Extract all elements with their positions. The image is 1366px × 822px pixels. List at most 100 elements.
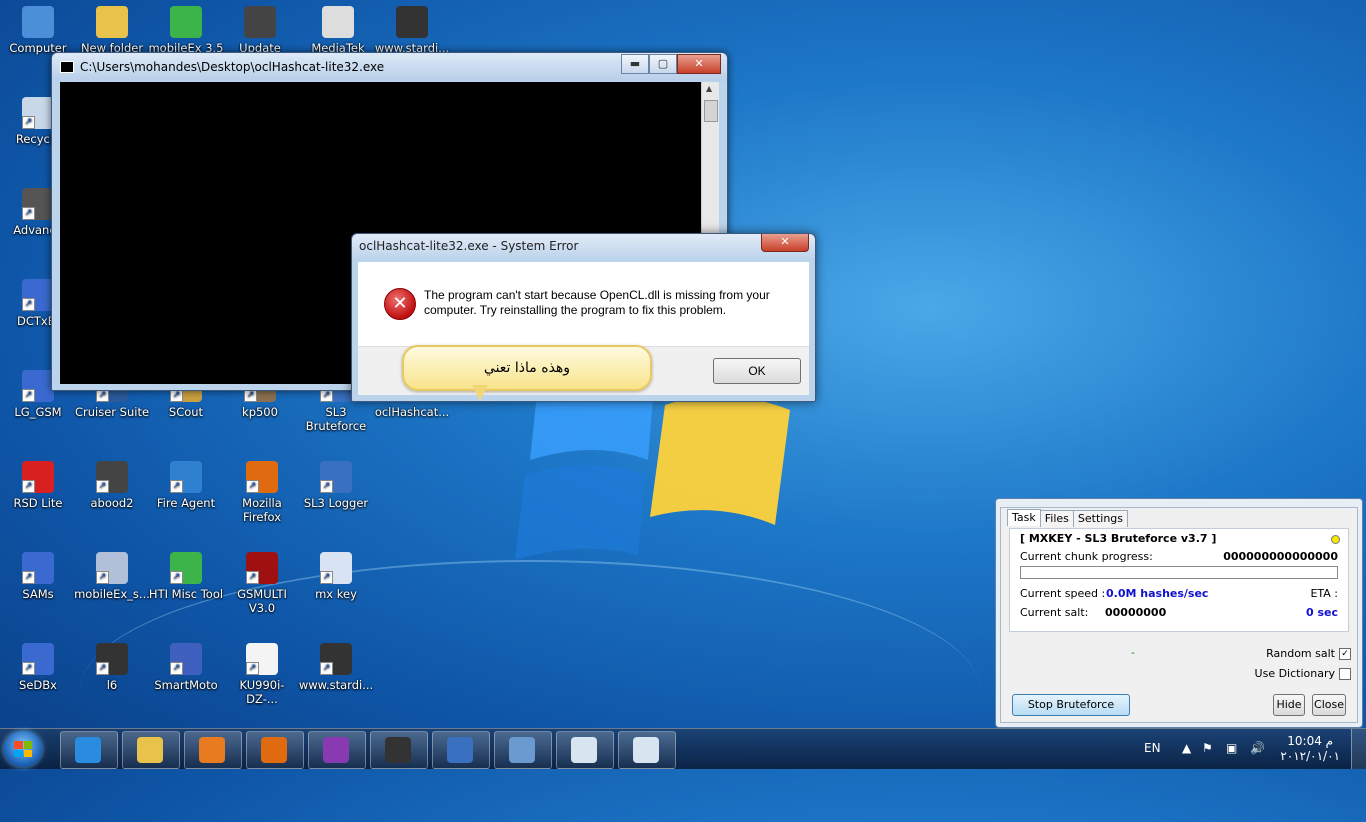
app-icon: [96, 552, 128, 584]
status-dash: -: [1131, 646, 1135, 659]
taskbar-button-app-1[interactable]: [370, 731, 428, 769]
desktop-icon[interactable]: mobileEx_s...: [74, 552, 150, 601]
desktop-icon[interactable]: Mozilla Firefox: [224, 461, 300, 524]
windows-flag-icon: [14, 741, 32, 757]
speed-label: Current speed :: [1020, 587, 1106, 600]
error-message: The program can't start because OpenCL.d…: [424, 288, 770, 317]
random-salt-label: Random salt: [1266, 647, 1335, 660]
chunk-progress-bar: [1020, 566, 1338, 579]
eta-label: ETA :: [1310, 587, 1338, 600]
status-indicator-icon: [1331, 535, 1340, 544]
tab-task[interactable]: Task: [1007, 509, 1041, 526]
dialog-close-button[interactable]: ✕: [761, 234, 809, 252]
app-icon: [246, 552, 278, 584]
maximize-button[interactable]: ▢: [649, 54, 677, 74]
desktop-icon[interactable]: SmartMoto: [148, 643, 224, 692]
bruteforce-window-icon: [633, 737, 659, 763]
ie-icon: [75, 737, 101, 763]
taskbar-button-ie[interactable]: [60, 731, 118, 769]
tray-expand-icon[interactable]: ▲: [1182, 741, 1191, 755]
app-icon: [170, 552, 202, 584]
clock[interactable]: 10:04 م ٢٠١٢/٠١/٠١: [1280, 734, 1340, 764]
speed-value: 0.0M hashes/sec: [1106, 587, 1209, 600]
desktop-icon[interactable]: SAMs: [0, 552, 76, 601]
minimize-button[interactable]: ▬: [621, 54, 649, 74]
app-icon: [22, 643, 54, 675]
app-3-icon: [509, 737, 535, 763]
taskbar-button-media-player[interactable]: [184, 731, 242, 769]
dialog-title-bar[interactable]: oclHashcat-lite32.exe - System Error: [352, 234, 815, 258]
salt-label: Current salt:: [1020, 606, 1089, 619]
desktop-icon-label: mobileEx_s...: [74, 587, 150, 601]
desktop-icon[interactable]: New folder: [74, 6, 150, 55]
app-icon: [22, 279, 54, 311]
close-button[interactable]: Close: [1312, 694, 1346, 716]
action-center-flag-icon[interactable]: ⚑: [1202, 741, 1213, 755]
taskbar-button-app-3[interactable]: [494, 731, 552, 769]
language-indicator[interactable]: EN: [1144, 741, 1161, 755]
show-desktop-button[interactable]: [1351, 729, 1366, 769]
app-icon: [170, 643, 202, 675]
desktop-icon[interactable]: SeDBx: [0, 643, 76, 692]
ok-button[interactable]: OK: [713, 358, 801, 384]
taskbar-button-console-window[interactable]: [556, 731, 614, 769]
console-window-icon: [571, 737, 597, 763]
dialog-title: oclHashcat-lite32.exe - System Error: [359, 239, 579, 253]
desktop-icon[interactable]: Update: [222, 6, 298, 55]
close-button[interactable]: ✕: [677, 54, 721, 74]
bruteforce-window[interactable]: Task Files Settings [ MXKEY - SL3 Brutef…: [995, 498, 1363, 728]
desktop-icon[interactable]: Computer: [0, 6, 76, 55]
volume-icon[interactable]: 🔊: [1250, 741, 1265, 755]
desktop-icon[interactable]: MediaTek: [300, 6, 376, 55]
app-icon: [22, 6, 54, 38]
taskbar-button-firefox[interactable]: [246, 731, 304, 769]
taskbar-button-yahoo-messenger[interactable]: [308, 731, 366, 769]
hide-button[interactable]: Hide: [1273, 694, 1305, 716]
desktop-icon-label: SL3 Logger: [303, 496, 369, 510]
app-icon: [22, 552, 54, 584]
desktop-icon-label: LG_GSM: [14, 405, 62, 419]
desktop-icon[interactable]: GSMULTI V3.0: [224, 552, 300, 615]
bruteforce-tabs: Task Files Settings: [1007, 509, 1129, 527]
desktop-icon[interactable]: www.stardi...: [374, 6, 450, 55]
desktop-icon-label: RSD Lite: [13, 496, 63, 510]
desktop-icon[interactable]: mobileEx 3.5: [148, 6, 224, 55]
scroll-up-icon[interactable]: ▲: [706, 84, 712, 93]
stop-bruteforce-button[interactable]: Stop Bruteforce: [1012, 694, 1130, 716]
app-icon: [322, 6, 354, 38]
bruteforce-header: [ MXKEY - SL3 Bruteforce v3.7 ]: [1020, 532, 1217, 545]
desktop-icon[interactable]: RSD Lite: [0, 461, 76, 510]
chunk-progress-value: 000000000000000: [1223, 550, 1338, 563]
desktop-icon-label: SCout: [168, 405, 204, 419]
desktop-icon[interactable]: KU990i-DZ-...: [224, 643, 300, 706]
clock-date: ٢٠١٢/٠١/٠١: [1280, 749, 1340, 763]
taskbar-button-app-2[interactable]: [432, 731, 490, 769]
start-button[interactable]: [4, 731, 42, 767]
app-icon: [170, 461, 202, 493]
desktop-icon-label: SL3 Bruteforce: [305, 405, 367, 433]
desktop-icon-label: GSMULTI V3.0: [237, 587, 287, 615]
taskbar: EN ▲ ⚑ ▣ 🔊 10:04 م ٢٠١٢/٠١/٠١: [0, 728, 1366, 769]
desktop-icon-label: Cruiser Suite: [74, 405, 150, 419]
taskbar-button-explorer[interactable]: [122, 731, 180, 769]
taskbar-button-bruteforce-window[interactable]: [618, 731, 676, 769]
use-dictionary-checkbox[interactable]: [1339, 668, 1351, 680]
tab-settings[interactable]: Settings: [1072, 510, 1129, 527]
desktop-icon-label: l6: [106, 678, 118, 692]
app-icon: [320, 643, 352, 675]
desktop-icon[interactable]: l6: [74, 643, 150, 692]
desktop-icon[interactable]: HTI Misc Tool: [148, 552, 224, 601]
desktop-icon-label: SAMs: [22, 587, 54, 601]
desktop-icon-label: SeDBx: [19, 678, 57, 692]
desktop-icon[interactable]: SL3 Logger: [298, 461, 374, 510]
dialog-content: ✕ The program can't start because OpenCL…: [358, 262, 809, 346]
network-icon[interactable]: ▣: [1226, 741, 1237, 755]
desktop-icon[interactable]: Fire Agent: [148, 461, 224, 510]
random-salt-checkbox[interactable]: ✓: [1339, 648, 1351, 660]
salt-value: 00000000: [1105, 606, 1167, 619]
scroll-thumb[interactable]: [704, 100, 718, 122]
tab-files[interactable]: Files: [1039, 510, 1074, 527]
desktop-icon[interactable]: mx key: [298, 552, 374, 601]
desktop-icon[interactable]: www.stardi...: [298, 643, 374, 692]
desktop-icon[interactable]: abood2: [74, 461, 150, 510]
